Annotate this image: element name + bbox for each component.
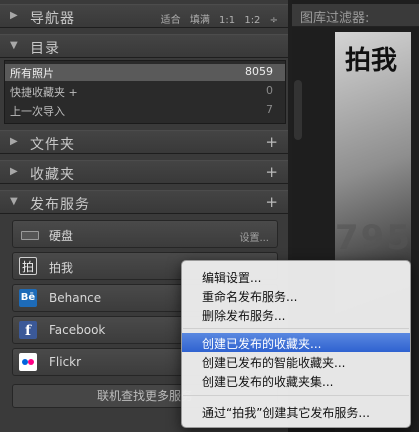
catalog-item-label: 所有照片 <box>10 67 54 80</box>
navigator-header[interactable]: ▶ 导航器 适合 填满 1:1 1:2 ÷ <box>0 4 288 28</box>
menu-item-create-smart-collection[interactable]: 创建已发布的智能收藏夹... <box>182 352 410 371</box>
photo-watermark: 795 <box>335 218 412 258</box>
zoom-1-2[interactable]: 1:2 <box>244 15 260 26</box>
library-filter-bar[interactable]: 图库过滤器: <box>292 4 419 27</box>
folders-header[interactable]: ▶ 文件夹 + <box>0 130 288 154</box>
add-publish-service-icon[interactable]: + <box>265 193 278 211</box>
service-name: Facebook <box>49 323 106 337</box>
menu-item-rename-service[interactable]: 重命名发布服务... <box>182 286 410 305</box>
magazine-logo: 拍我 <box>345 46 398 76</box>
context-menu: 编辑设置... 重命名发布服务... 删除发布服务... 创建已发布的收藏夹..… <box>181 260 411 428</box>
menu-item-edit-settings[interactable]: 编辑设置... <box>182 267 410 286</box>
add-folder-icon[interactable]: + <box>265 133 278 151</box>
service-name: 拍我 <box>49 261 74 275</box>
paiwo-icon: 拍 <box>19 257 37 275</box>
service-hard-drive[interactable]: 硬盘 设置... <box>12 220 278 248</box>
zoom-1-1[interactable]: 1:1 <box>219 15 235 26</box>
add-collection-icon[interactable]: + <box>265 163 278 181</box>
catalog-item-count: 0 <box>266 84 273 97</box>
menu-item-create-published-collection[interactable]: 创建已发布的收藏夹... <box>182 333 410 352</box>
scrollbar[interactable] <box>294 80 302 140</box>
folders-title: 文件夹 <box>30 137 75 153</box>
publish-services-title: 发布服务 <box>30 197 90 213</box>
library-filter-label: 图库过滤器: <box>300 11 370 26</box>
navigator-zoom-options: 适合 填满 1:1 1:2 ÷ <box>155 11 278 26</box>
hard-disk-icon <box>21 231 39 240</box>
catalog-list: 所有照片 8059 快捷收藏夹 + 0 上一次导入 7 <box>4 60 286 124</box>
menu-separator <box>183 395 409 396</box>
menu-item-delete-service[interactable]: 删除发布服务... <box>182 305 410 324</box>
catalog-item-label: 快捷收藏夹 + <box>10 86 78 99</box>
expand-triangle-icon[interactable]: ▶ <box>10 166 18 177</box>
catalog-item-quick-collection[interactable]: 快捷收藏夹 + 0 <box>5 83 285 100</box>
catalog-item-label: 上一次导入 <box>10 105 65 118</box>
navigator-title: 导航器 <box>30 11 75 27</box>
menu-item-create-collection-set[interactable]: 创建已发布的收藏夹集... <box>182 371 410 390</box>
catalog-item-all-photos[interactable]: 所有照片 8059 <box>5 64 285 81</box>
zoom-dropdown-icon[interactable]: ÷ <box>270 15 278 26</box>
service-name: Flickr <box>49 355 82 369</box>
menu-separator <box>183 328 409 329</box>
collapse-triangle-icon[interactable]: ▼ <box>10 196 18 207</box>
catalog-item-count: 7 <box>266 103 273 116</box>
menu-item-create-other-service[interactable]: 通过“拍我”创建其它发布服务... <box>182 402 410 421</box>
facebook-icon: f <box>19 321 37 339</box>
catalog-item-previous-import[interactable]: 上一次导入 7 <box>5 102 285 119</box>
service-name: 硬盘 <box>49 229 74 243</box>
service-settings-link[interactable]: 设置... <box>239 229 269 244</box>
collections-header[interactable]: ▶ 收藏夹 + <box>0 160 288 184</box>
flickr-icon <box>19 353 37 371</box>
zoom-fill[interactable]: 填满 <box>190 15 210 26</box>
catalog-title: 目录 <box>30 41 60 57</box>
catalog-header[interactable]: ▼ 目录 <box>0 34 288 58</box>
collections-title: 收藏夹 <box>30 167 75 183</box>
catalog-item-count: 8059 <box>245 65 273 78</box>
collapse-triangle-icon[interactable]: ▼ <box>10 40 18 51</box>
publish-services-header[interactable]: ▼ 发布服务 + <box>0 190 288 214</box>
expand-triangle-icon[interactable]: ▶ <box>10 136 18 147</box>
expand-triangle-icon[interactable]: ▶ <box>10 10 18 21</box>
service-name: Behance <box>49 291 102 305</box>
behance-icon: Bē <box>19 289 37 307</box>
zoom-fit[interactable]: 适合 <box>161 15 181 26</box>
